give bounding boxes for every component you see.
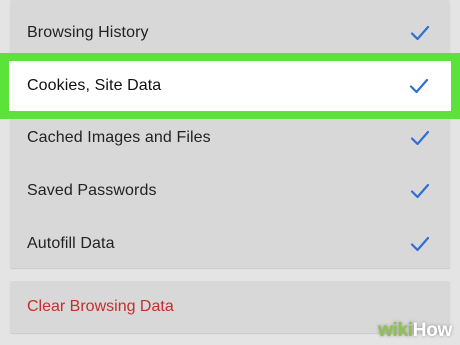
- option-label: Cookies, Site Data: [27, 77, 162, 94]
- wikihow-watermark: wikiHow: [378, 320, 452, 342]
- option-label: Cached Images and Files: [27, 128, 211, 146]
- check-icon[interactable]: [407, 74, 431, 98]
- check-icon[interactable]: [408, 179, 432, 203]
- option-label: Saved Passwords: [27, 181, 157, 199]
- watermark-how: How: [412, 320, 453, 341]
- option-label: Browsing History: [27, 23, 149, 41]
- option-label: Autofill Data: [27, 234, 115, 252]
- highlight-frame: Cookies, Site Data: [0, 53, 460, 119]
- clear-data-options-card: Browsing History Cached Images and Files…: [10, 0, 450, 268]
- clear-browsing-data-label: Clear Browsing Data: [27, 298, 174, 315]
- check-icon[interactable]: [408, 126, 432, 150]
- check-icon[interactable]: [408, 232, 432, 256]
- check-icon[interactable]: [408, 21, 432, 45]
- watermark-wiki: wiki: [378, 320, 413, 341]
- option-autofill-data[interactable]: Autofill Data: [10, 217, 450, 270]
- option-cookies-site-data[interactable]: Cookies, Site Data: [9, 61, 451, 111]
- option-saved-passwords[interactable]: Saved Passwords: [10, 164, 450, 217]
- option-browsing-history[interactable]: Browsing History: [10, 6, 450, 59]
